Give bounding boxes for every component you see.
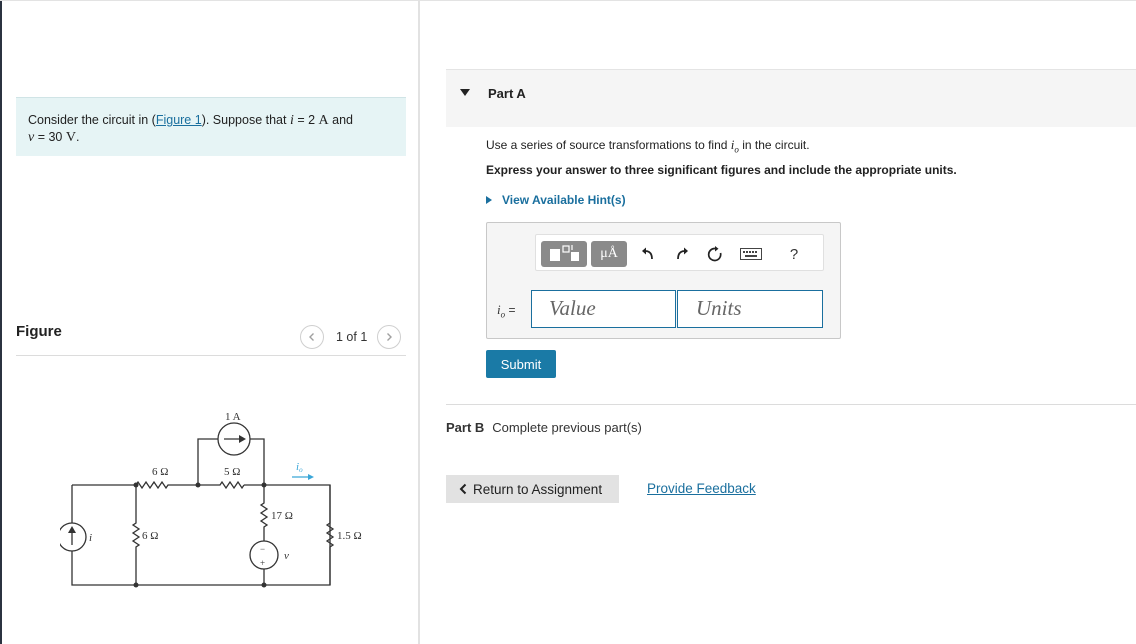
node-dot bbox=[133, 582, 139, 588]
undo-icon bbox=[642, 247, 653, 260]
part-a-title: Part A bbox=[488, 86, 526, 101]
node-dot bbox=[195, 482, 201, 488]
keyboard-button[interactable] bbox=[735, 241, 767, 267]
provide-feedback-link[interactable]: Provide Feedback bbox=[647, 481, 756, 496]
top-rule bbox=[0, 0, 1136, 3]
part-a-requirement: Express your answer to three significant… bbox=[486, 163, 957, 177]
and-text: and bbox=[328, 113, 353, 127]
period: . bbox=[75, 130, 80, 144]
view-hints-link[interactable]: View Available Hint(s) bbox=[486, 193, 626, 207]
part-a-header[interactable]: Part A bbox=[446, 69, 1136, 127]
panel-divider[interactable] bbox=[418, 0, 420, 644]
problem-text-2: ). Suppose that bbox=[201, 113, 290, 127]
reset-icon bbox=[707, 246, 722, 262]
return-to-assignment-button[interactable]: Return to Assignment bbox=[446, 475, 619, 503]
submit-button[interactable]: Submit bbox=[486, 350, 556, 378]
value-input[interactable]: Value bbox=[531, 290, 676, 328]
instruction-pre: Use a series of source transformations t… bbox=[486, 138, 731, 152]
redo-button[interactable] bbox=[669, 241, 695, 267]
figure-rule bbox=[16, 355, 406, 356]
node-dot bbox=[261, 582, 267, 588]
label-io: io bbox=[296, 461, 303, 474]
math-toolbar: μÅ ? bbox=[535, 234, 824, 271]
help-icon: ? bbox=[789, 245, 799, 263]
problem-text-1: Consider the circuit in ( bbox=[28, 113, 156, 127]
label-io-sub: o bbox=[299, 466, 303, 474]
label-minus: − bbox=[260, 544, 265, 554]
chevron-right-icon bbox=[387, 333, 393, 341]
pager-text: 1 of 1 bbox=[336, 330, 368, 344]
help-button[interactable]: ? bbox=[781, 241, 807, 267]
label-1a: 1 A bbox=[225, 411, 241, 423]
part-a-instruction: Use a series of source transformations t… bbox=[486, 137, 810, 154]
units-button[interactable]: μÅ bbox=[591, 241, 627, 267]
circuit-diagram: 1 A 6 Ω 5 Ω 17 Ω 6 Ω 1.5 Ω i v − + io bbox=[60, 411, 362, 588]
label-source-v: v bbox=[284, 550, 289, 562]
part-b-row: Part B Complete previous part(s) bbox=[446, 420, 642, 435]
part-b-status: Complete previous part(s) bbox=[492, 420, 642, 435]
label-5ohm-top: 5 Ω bbox=[224, 466, 240, 478]
label-6ohm-top: 6 Ω bbox=[152, 466, 168, 478]
label-17ohm: 17 Ω bbox=[271, 510, 293, 522]
figure-title: Figure bbox=[16, 323, 62, 340]
figure-link[interactable]: Figure 1 bbox=[156, 113, 202, 127]
problem-statement: Consider the circuit in (Figure 1). Supp… bbox=[16, 97, 406, 156]
hint-label: View Available Hint(s) bbox=[502, 193, 626, 207]
part-b-rule bbox=[446, 404, 1136, 405]
redo-icon bbox=[677, 247, 688, 260]
templates-icon bbox=[550, 245, 579, 261]
v-equals: = 30 bbox=[34, 130, 66, 144]
caret-right-icon bbox=[486, 196, 492, 204]
return-label: Return to Assignment bbox=[473, 481, 603, 497]
chevron-left-icon bbox=[459, 483, 467, 495]
left-edge-strip bbox=[0, 0, 2, 644]
instruction-post: in the circuit. bbox=[738, 138, 810, 152]
prev-figure-button[interactable] bbox=[300, 325, 324, 349]
next-figure-button[interactable] bbox=[377, 325, 402, 349]
part-b-title: Part B bbox=[446, 420, 485, 435]
i-unit: A bbox=[318, 113, 329, 128]
keyboard-icon bbox=[740, 248, 762, 260]
caret-down-icon bbox=[460, 89, 470, 96]
undo-button[interactable] bbox=[635, 241, 661, 267]
i-equals: = 2 bbox=[293, 113, 319, 127]
label-6ohm-vert: 6 Ω bbox=[142, 530, 158, 542]
answer-label-eq: = bbox=[505, 303, 516, 317]
io-arrowhead bbox=[308, 474, 314, 480]
templates-button[interactable] bbox=[541, 241, 587, 267]
label-source-i: i bbox=[89, 532, 92, 544]
label-1-5ohm: 1.5 Ω bbox=[337, 530, 362, 542]
units-input[interactable]: Units bbox=[677, 290, 823, 328]
answer-label: io = bbox=[497, 302, 515, 319]
reset-button[interactable] bbox=[702, 241, 728, 267]
answer-box: μÅ ? io = Value Units bbox=[486, 222, 841, 339]
figure-pager: 1 of 1 bbox=[300, 324, 402, 350]
node-dot bbox=[133, 482, 139, 488]
chevron-left-icon bbox=[309, 333, 314, 341]
app-root: Consider the circuit in (Figure 1). Supp… bbox=[0, 0, 1136, 644]
v-unit: V bbox=[65, 130, 76, 145]
node-dot bbox=[261, 482, 267, 488]
label-plus: + bbox=[260, 558, 265, 568]
